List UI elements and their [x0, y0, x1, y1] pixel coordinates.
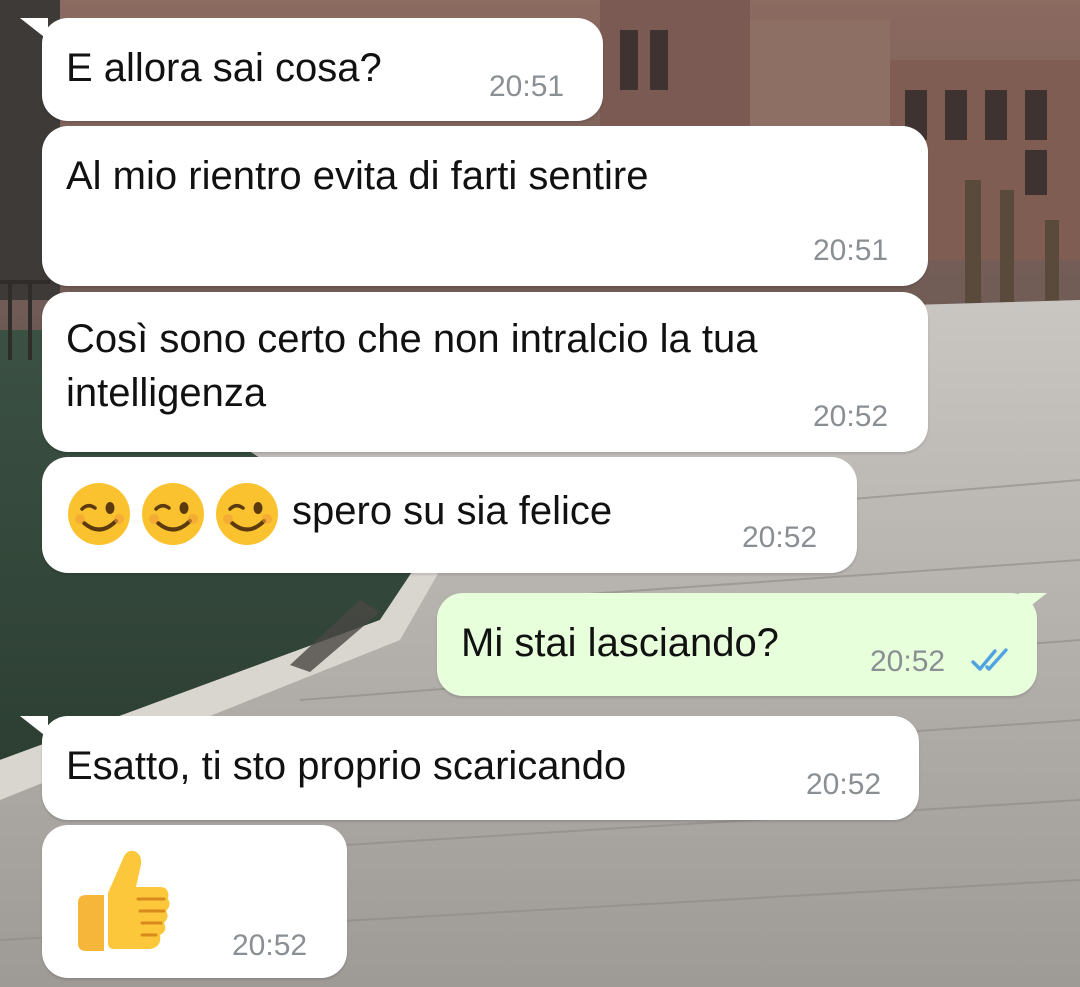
outgoing-message[interactable]: Mi stai lasciando? 20:52	[437, 593, 1047, 696]
winking-face-emoji	[142, 483, 204, 545]
message-text: Al mio rientro evita di farti sentire	[66, 154, 649, 198]
chat-message-list[interactable]: E allora sai cosa? 20:51 Al mio rientro …	[0, 0, 1080, 987]
message-timestamp: 20:51	[489, 70, 565, 103]
message-text: spero su sia felice	[292, 489, 613, 533]
message-text: Così sono certo che non intralcio la tua…	[66, 317, 758, 415]
incoming-message[interactable]: Così sono certo che non intralcio la tua…	[42, 292, 928, 452]
incoming-message[interactable]: spero su sia felice 20:52	[42, 457, 857, 573]
incoming-message[interactable]: Esatto, ti sto proprio scaricando 20:52	[20, 716, 919, 820]
incoming-message[interactable]: E allora sai cosa? 20:51	[20, 18, 603, 121]
message-timestamp: 20:51	[813, 234, 889, 267]
message-timestamp: 20:52	[870, 645, 946, 678]
message-text: Esatto, ti sto proprio scaricando	[66, 744, 627, 788]
message-timestamp: 20:52	[742, 521, 818, 554]
incoming-message[interactable]: 20:52	[42, 825, 347, 978]
winking-face-emoji	[216, 483, 278, 545]
winking-face-emoji	[68, 483, 130, 545]
message-text: Mi stai lasciando?	[461, 621, 779, 665]
message-timestamp: 20:52	[813, 400, 889, 433]
message-timestamp: 20:52	[232, 929, 308, 962]
message-timestamp: 20:52	[806, 768, 882, 801]
read-receipt-icon	[971, 648, 1008, 671]
thumbs-up-emoji	[78, 850, 170, 951]
bubble-tail	[20, 18, 48, 40]
message-text: E allora sai cosa?	[66, 46, 382, 90]
bubble-tail	[20, 716, 48, 738]
bubble-tail	[1019, 593, 1047, 615]
incoming-message[interactable]: Al mio rientro evita di farti sentire 20…	[42, 126, 928, 286]
